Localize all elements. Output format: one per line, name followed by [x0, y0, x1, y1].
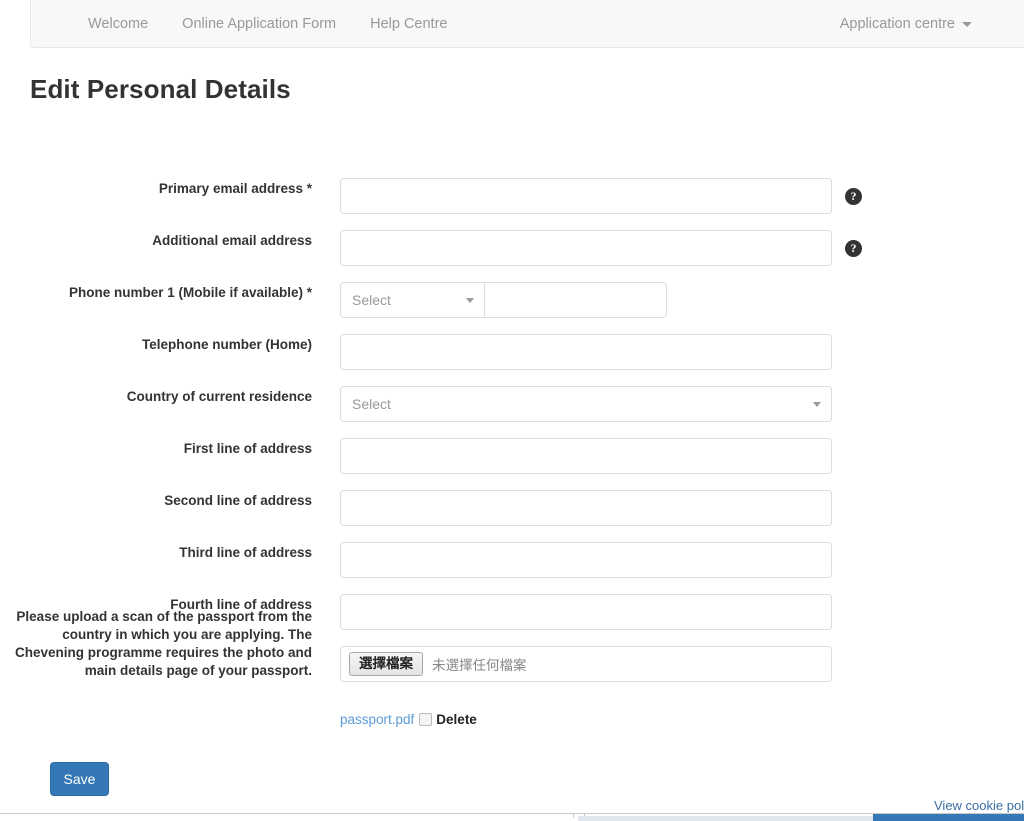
label-address-2: Second line of address — [164, 493, 312, 508]
form-row-primary-email: Primary email address * ? — [0, 170, 1024, 222]
field-passport-upload: 選擇檔案 未選擇任何檔案 — [340, 646, 832, 682]
top-navigation-bar: Welcome Online Application Form Help Cen… — [30, 0, 1024, 48]
existing-file-row: passport.pdf Delete — [340, 712, 477, 727]
label-passport-upload: Please upload a scan of the passport fro… — [14, 609, 312, 678]
page-title: Edit Personal Details — [30, 74, 291, 104]
chevron-down-icon — [813, 402, 821, 407]
field-phone-1: Select — [340, 282, 667, 318]
label-additional-email: Additional email address — [152, 233, 312, 248]
label-phone-1: Phone number 1 (Mobile if available) * — [68, 285, 312, 300]
label-country-residence: Country of current residence — [126, 389, 312, 404]
country-residence-value: Select — [352, 396, 391, 412]
label-address-1: First line of address — [183, 441, 312, 456]
form-row-address-2: Second line of address — [0, 482, 1024, 534]
form-row-passport-upload: Please upload a scan of the passport fro… — [0, 609, 1024, 690]
form-row-phone-1: Phone number 1 (Mobile if available) * S… — [0, 274, 1024, 326]
form-row-address-3: Third line of address — [0, 534, 1024, 586]
form-row-additional-email: Additional email address ? — [0, 222, 1024, 274]
field-primary-email — [340, 178, 832, 214]
form-row-country-residence: Country of current residence Select — [0, 378, 1024, 430]
nav-item-help-centre[interactable]: Help Centre — [353, 0, 464, 48]
nav-links-group: Welcome Online Application Form Help Cen… — [71, 0, 464, 48]
form-row-address-1: First line of address — [0, 430, 1024, 482]
form-row-telephone-home: Telephone number (Home) — [0, 326, 1024, 378]
address-line-4-input[interactable] — [340, 594, 832, 630]
application-centre-menu-label: Application centre — [839, 16, 955, 32]
field-address-3 — [340, 542, 832, 578]
field-address-1 — [340, 438, 832, 474]
additional-email-input[interactable] — [340, 230, 832, 266]
delete-file-label: Delete — [436, 712, 477, 727]
help-icon-additional-email[interactable]: ? — [845, 240, 862, 257]
nav-item-online-application-form[interactable]: Online Application Form — [165, 0, 353, 48]
chevron-down-icon — [466, 298, 474, 303]
field-address-4 — [340, 594, 832, 630]
address-line-3-input[interactable] — [340, 542, 832, 578]
nav-item-welcome[interactable]: Welcome — [71, 0, 165, 48]
address-line-2-input[interactable] — [340, 490, 832, 526]
passport-file-link[interactable]: passport.pdf — [340, 712, 414, 727]
field-country-residence: Select — [340, 386, 832, 422]
country-residence-select[interactable]: Select — [340, 386, 832, 422]
chevron-down-icon — [962, 21, 972, 27]
phone-country-code-select[interactable]: Select — [340, 282, 485, 318]
save-button[interactable]: Save — [50, 762, 109, 796]
label-telephone-home: Telephone number (Home) — [141, 337, 312, 352]
label-primary-email: Primary email address * — [158, 181, 312, 196]
field-address-2 — [340, 490, 832, 526]
application-centre-menu[interactable]: Application centre — [840, 0, 972, 48]
primary-email-input[interactable] — [340, 178, 832, 214]
view-cookie-policy-link[interactable]: View cookie policy — [934, 798, 1024, 813]
telephone-home-input[interactable] — [340, 334, 832, 370]
file-selection-status: 未選擇任何檔案 — [432, 658, 527, 673]
help-icon-primary-email[interactable]: ? — [845, 188, 862, 205]
address-line-1-input[interactable] — [340, 438, 832, 474]
field-telephone-home — [340, 334, 832, 370]
phone-number-input[interactable] — [485, 282, 667, 318]
delete-file-checkbox[interactable] — [419, 713, 433, 726]
edit-personal-details-form: Primary email address * ? Additional ema… — [0, 170, 1024, 690]
field-additional-email — [340, 230, 832, 266]
phone-country-code-value: Select — [352, 292, 391, 308]
choose-file-button[interactable]: 選擇檔案 — [349, 652, 423, 676]
passport-file-input[interactable]: 選擇檔案 未選擇任何檔案 — [340, 646, 832, 682]
label-address-3: Third line of address — [179, 545, 312, 560]
